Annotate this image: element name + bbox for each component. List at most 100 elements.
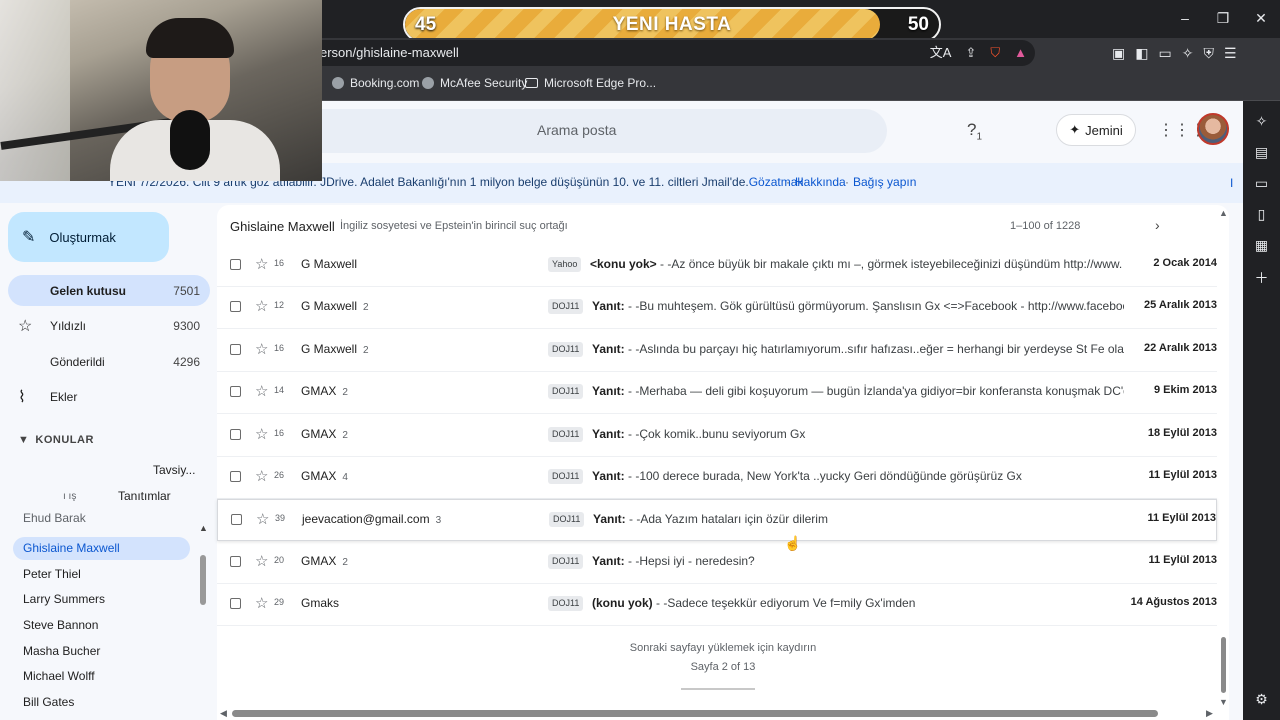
sidebar-item-label: Gelen kutusu — [50, 283, 127, 298]
leo-ai-icon[interactable]: ✧ — [1252, 113, 1272, 130]
bookmarks-icon[interactable]: ▯ — [1252, 206, 1272, 223]
label-item-ghislaine-maxwell[interactable]: Ghislaine Maxwell — [13, 537, 190, 560]
label-item[interactable]: Steve Bannon — [13, 614, 190, 637]
webcam-overlay — [0, 0, 322, 181]
history-icon[interactable]: ▦ — [1252, 237, 1272, 254]
topics-section-header[interactable]: ▼ KONULAR — [18, 434, 94, 446]
star-icon[interactable]: ☆ — [255, 552, 268, 570]
url-field[interactable]: erson/ghislaine-maxwell 文A ⇪ ⛉ ▲ — [300, 40, 1035, 66]
sidebar-item-count: 9300 — [173, 318, 200, 333]
sidebar-scroll-up-icon[interactable]: ▲ — [199, 523, 208, 533]
row-checkbox[interactable] — [230, 386, 241, 398]
sidebar-item-attachments[interactable]: ⌇ Ekler — [8, 381, 210, 412]
page-indicator-bar — [681, 688, 755, 690]
label-item[interactable]: Larry Summers — [13, 588, 190, 611]
bookmark-mcafee[interactable]: McAfee Security — [422, 76, 527, 90]
share-icon[interactable]: ⇪ — [965, 40, 976, 66]
star-icon[interactable]: ☆ — [255, 467, 268, 485]
url-text: erson/ghislaine-maxwell — [320, 45, 459, 60]
row-checkbox[interactable] — [230, 471, 241, 482]
star-icon[interactable]: ☆ — [256, 510, 269, 528]
label-item[interactable]: Ehud Barak — [13, 511, 190, 525]
minimize-button[interactable]: – — [1166, 0, 1204, 36]
bookmark-booking[interactable]: Booking.com — [332, 76, 419, 90]
reading-list-icon[interactable]: ▤ — [1252, 144, 1272, 161]
scroll-right-arrow[interactable]: ▶ — [1206, 708, 1213, 719]
label-item[interactable]: Michael Wolff — [13, 665, 190, 688]
row-checkbox[interactable] — [230, 555, 241, 567]
vertical-scrollbar-thumb[interactable] — [1221, 637, 1226, 693]
about-link[interactable]: Hakkında — [795, 175, 846, 189]
progress-goal: 50 — [907, 14, 929, 35]
scroll-down-arrow[interactable]: ▼ — [1219, 697, 1228, 707]
banner-separator: · — [845, 175, 849, 189]
reader-icon[interactable]: ▣ — [1112, 45, 1125, 62]
jemini-button[interactable]: ✦ Jemini — [1056, 114, 1136, 146]
jemini-label: Jemini — [1085, 122, 1123, 138]
star-icon[interactable]: ☆ — [255, 340, 268, 358]
brave-shield-icon[interactable]: ⛉ — [990, 40, 1000, 66]
row-snippet: - -Az önce büyük bir makale çıktı mı –, … — [656, 257, 1122, 271]
table-row[interactable]: ☆ 39 jeevacation@gmail.com 3 DOJ11 Yanıt: - -… — [217, 499, 1217, 542]
topic-icon-fragment: ı ış — [63, 491, 77, 502]
avatar[interactable] — [1197, 113, 1229, 145]
row-subject: Yanıt: - -Bu muhteşem. Gök gürültüsü gör… — [592, 299, 1124, 313]
sidebar-item-inbox[interactable]: Gelen kutusu 7501 — [8, 275, 210, 306]
help-icon[interactable]: ?1 — [967, 120, 982, 142]
vpn-icon[interactable]: ⛨ — [1203, 45, 1214, 62]
mail-app: Arama posta ?1 ✦ Jemini ⋮⋮⋮ YENI 7/2/202… — [0, 101, 1243, 720]
help-badge: 1 — [976, 131, 983, 143]
sidebar-item-promotions[interactable]: Tanıtımlar — [118, 489, 171, 503]
star-icon[interactable]: ☆ — [255, 425, 268, 443]
star-icon[interactable]: ☆ — [255, 382, 268, 400]
banner-indicator: I — [1230, 176, 1234, 190]
table-row[interactable]: ☆ 26 GMAX 4 DOJ11 Yanıt: - -100 derece burada… — [217, 457, 1217, 499]
paperclip-icon: ⌇ — [18, 388, 26, 406]
sidebar-item-sent[interactable]: Gönderildi 4296 — [8, 346, 210, 377]
restore-button[interactable]: ❐ — [1204, 0, 1242, 36]
scroll-left-arrow[interactable]: ◀ — [220, 708, 227, 719]
sidebar-item-starred[interactable]: ☆ Yıldızlı 9300 — [8, 310, 210, 341]
row-checkbox[interactable] — [231, 514, 242, 526]
star-icon[interactable]: ☆ — [255, 255, 268, 273]
row-checkbox[interactable] — [230, 259, 241, 270]
table-row[interactable]: ☆ 20 GMAX 2 DOJ11 Yanıt: - -Hepsi iyi - nered… — [217, 542, 1217, 584]
rewards-icon[interactable]: ▲ — [1014, 40, 1027, 66]
sidebar-item-recommendations[interactable]: Tavsiy... — [153, 463, 195, 477]
menu-icon[interactable]: ☰ — [1224, 45, 1237, 62]
horizontal-scrollbar-thumb[interactable] — [232, 710, 1158, 717]
label-item[interactable]: Masha Bucher — [13, 640, 190, 663]
compose-button[interactable]: ✎ Oluşturmak — [8, 212, 169, 262]
sidebar-toggle-icon[interactable]: ◧ — [1135, 45, 1148, 62]
row-subject: Yanıt: - -Merhaba — deli gibi koşuyorum … — [592, 384, 1124, 398]
label-item[interactable]: Peter Thiel — [13, 563, 190, 586]
scroll-up-arrow[interactable]: ▲ — [1219, 208, 1228, 218]
row-checkbox[interactable] — [230, 428, 241, 440]
search-input[interactable]: Arama posta — [300, 109, 887, 153]
bookmark-edge-folder[interactable]: Microsoft Edge Pro... — [525, 76, 656, 90]
table-row[interactable]: ☆ 16 GMAX 2 DOJ11 Yanıt: - -Çok komik..bunu s… — [217, 415, 1217, 457]
wallet-icon[interactable]: ▭ — [1158, 45, 1171, 62]
label-item[interactable]: Bill Gates — [13, 691, 190, 714]
table-row[interactable]: ☆ 16 G Maxwell 2 DOJ11 Yanıt: - -Aslında bu p… — [217, 330, 1217, 372]
chevron-right-icon[interactable]: › — [1155, 217, 1160, 233]
leo-icon[interactable]: ✧ — [1182, 45, 1194, 62]
close-window-button[interactable]: ✕ — [1242, 0, 1280, 36]
row-checkbox[interactable] — [230, 598, 241, 610]
gear-icon[interactable]: ⚙ — [1252, 691, 1272, 708]
table-row[interactable]: ☆ 14 GMAX 2 DOJ11 Yanıt: - -Merhaba — deli gi… — [217, 372, 1217, 415]
translate-icon[interactable]: 文A — [930, 40, 952, 66]
wallet-icon[interactable]: ▭ — [1252, 175, 1272, 192]
donate-link[interactable]: Bağış yapın — [853, 175, 916, 189]
row-snippet: - -Sadece teşekkür ediyorum Ve f=mily Gx… — [652, 596, 916, 611]
star-icon[interactable]: ☆ — [255, 297, 268, 315]
table-row[interactable]: ☆ 16 G Maxwell Yahoo <konu yok> - -Az önce b… — [217, 245, 1217, 287]
star-icon[interactable]: ☆ — [255, 594, 268, 612]
add-icon[interactable]: ＋ — [1252, 268, 1272, 288]
row-checkbox[interactable] — [230, 301, 241, 313]
row-checkbox[interactable] — [230, 343, 241, 355]
row-source-tag: DOJ11 — [548, 553, 584, 569]
table-row[interactable]: ☆ 12 G Maxwell 2 DOJ11 Yanıt: - -Bu muhteşem.… — [217, 287, 1217, 330]
table-row[interactable]: ☆ 29 Gmaks DOJ11 (konu yok) - -Sadece teşekk… — [217, 584, 1217, 627]
sidebar-scrollbar[interactable] — [200, 555, 206, 605]
